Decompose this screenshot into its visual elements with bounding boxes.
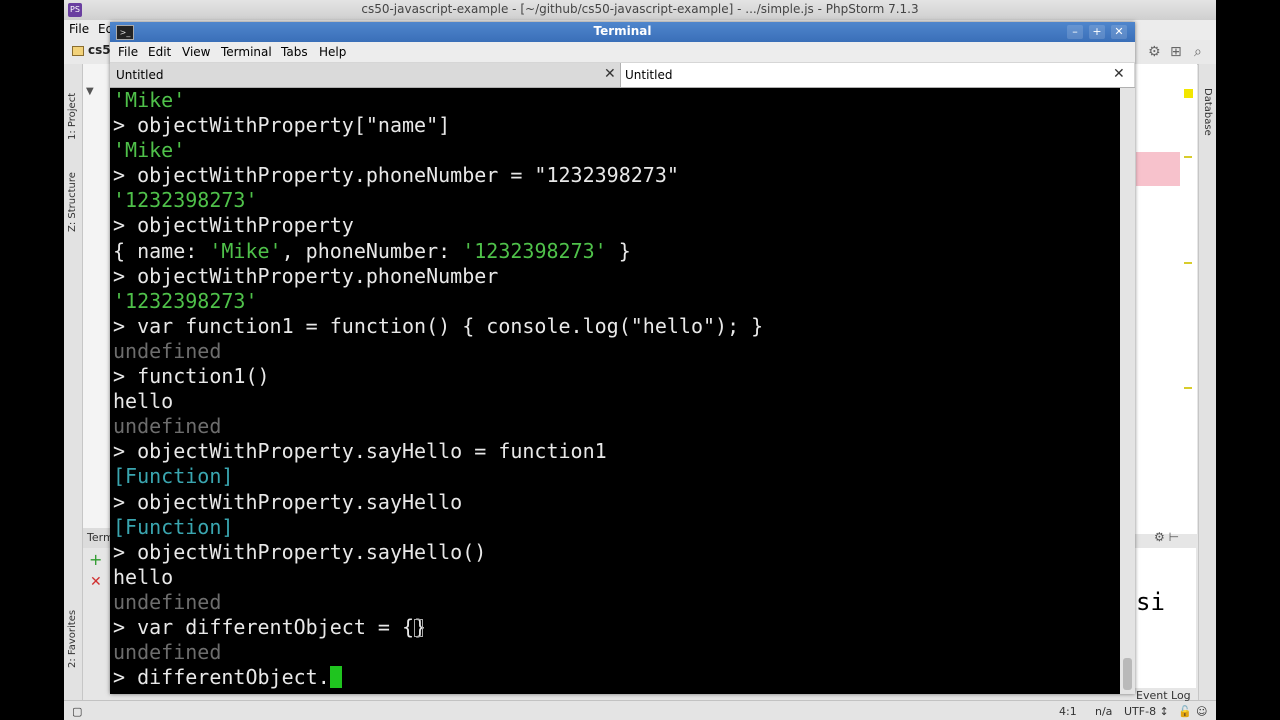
tool-tab-project[interactable]: 1: Project	[67, 93, 78, 140]
search-icon[interactable]: ⌕	[1194, 44, 1202, 60]
right-tool-strip	[1198, 64, 1216, 704]
menu-view[interactable]: View	[182, 45, 210, 59]
ide-menu-file[interactable]: File	[69, 22, 89, 36]
inspector-icon[interactable]: ☺	[1196, 705, 1207, 718]
terminal-line: 'Mike'	[113, 138, 186, 163]
scrollbar-thumb[interactable]	[1123, 658, 1132, 690]
terminal-cursor	[329, 666, 342, 689]
tab-close-icon[interactable]: ✕	[1113, 66, 1125, 82]
tree-expand-icon[interactable]: ▼	[86, 86, 94, 97]
terminal-line: undefined	[113, 414, 222, 439]
caret-position[interactable]: 4:1	[1059, 705, 1077, 718]
menu-terminal[interactable]: Terminal	[221, 45, 272, 59]
tool-tab-favorites[interactable]: 2: Favorites	[67, 610, 78, 668]
encoding-status[interactable]: UTF-8 ↕	[1124, 705, 1169, 718]
terminal-line: undefined	[113, 338, 222, 363]
terminal-lines: 'Mike' > objectWithProperty["name"] 'Mik…	[113, 88, 763, 690]
line-separator-status[interactable]: n/a	[1095, 705, 1112, 718]
menu-edit[interactable]: Edit	[148, 45, 171, 59]
terminal-prompt-input[interactable]: > differentObject.	[113, 665, 330, 689]
event-log-button[interactable]: Event Log	[1136, 689, 1191, 702]
status-toggle-icon[interactable]: ▢	[72, 705, 82, 718]
close-icon[interactable]: ✕	[1111, 25, 1127, 39]
left-tool-strip	[64, 64, 83, 704]
project-tree-panel	[83, 64, 111, 534]
terminal-line: > function1()	[113, 364, 270, 389]
terminal-output[interactable]: 'Mike' > objectWithProperty["name"] 'Mik…	[110, 88, 1120, 694]
terminal-window-title: Terminal	[593, 24, 652, 38]
project-breadcrumb[interactable]: cs5	[88, 43, 111, 57]
terminal-tab-active[interactable]: Untitled ✕	[621, 63, 1134, 87]
warning-marker[interactable]	[1184, 262, 1192, 264]
editor-text-fragment: si	[1136, 588, 1165, 616]
terminal-line: > var function1 = function() { console.l…	[113, 313, 764, 338]
lock-icon[interactable]: 🔓	[1178, 705, 1192, 718]
terminal-line: hello	[113, 564, 174, 589]
terminal-tab[interactable]: Untitled ✕	[110, 63, 621, 87]
error-highlight	[1136, 152, 1180, 186]
terminal-line: undefined	[113, 640, 222, 665]
tab-close-icon[interactable]: ✕	[604, 66, 616, 82]
terminal-line: > objectWithProperty["name"]	[113, 113, 451, 138]
terminal-window: >_ Terminal – + ✕ File Edit View Termina…	[110, 22, 1135, 694]
editor-area	[1134, 64, 1197, 534]
minimize-icon[interactable]: –	[1067, 25, 1083, 39]
tool-tab-structure[interactable]: Z: Structure	[67, 172, 78, 232]
terminal-line: undefined	[113, 589, 222, 614]
close-terminal-icon[interactable]: ✕	[90, 574, 102, 590]
terminal-line: [Function]	[113, 464, 234, 489]
ide-window-title: cs50-javascript-example - [~/github/cs50…	[361, 2, 919, 16]
gear-icon[interactable]: ⚙ ⊢	[1154, 530, 1179, 544]
terminal-line: '1232398273'	[113, 188, 258, 213]
structure-icon[interactable]: ⊞	[1170, 44, 1182, 60]
terminal-line: [Function]	[113, 514, 234, 539]
folder-icon	[72, 46, 84, 56]
maximize-icon[interactable]: +	[1089, 25, 1105, 39]
settings-icon[interactable]: ⚙	[1148, 44, 1161, 60]
terminal-line: > objectWithProperty.sayHello = function…	[113, 439, 607, 464]
terminal-panel-area	[1134, 548, 1196, 688]
terminal-line: { name: 'Mike', phoneNumber: '1232398273…	[113, 238, 631, 263]
terminal-line: > objectWithProperty.sayHello	[113, 489, 463, 514]
terminal-scrollbar[interactable]	[1120, 88, 1135, 694]
database-tool-label: Database	[1202, 88, 1213, 136]
menu-tabs[interactable]: Tabs	[281, 45, 308, 59]
tab-label: Untitled	[116, 68, 164, 82]
warning-marker[interactable]	[1184, 387, 1192, 389]
menu-file[interactable]: File	[118, 45, 138, 59]
terminal-line: > objectWithProperty.sayHello()	[113, 539, 487, 564]
menu-help[interactable]: Help	[319, 45, 346, 59]
terminal-line: 'Mike'	[113, 88, 186, 112]
warning-marker[interactable]	[1184, 156, 1192, 158]
inspection-status-icon[interactable]	[1184, 89, 1193, 98]
terminal-line: > objectWithProperty	[113, 213, 354, 238]
terminal-line: hello	[113, 389, 174, 414]
terminal-prompt-line[interactable]: > differentObject.	[113, 665, 763, 690]
terminal-line: > objectWithProperty.phoneNumber = "1232…	[113, 163, 679, 188]
terminal-line: '1232398273'	[113, 288, 258, 313]
terminal-tool-header: Term	[83, 528, 114, 548]
status-bar	[64, 700, 1216, 720]
terminal-line: > var differentObject = {}	[113, 614, 427, 639]
tab-label: Untitled	[625, 68, 673, 82]
mouse-text-cursor-icon	[414, 618, 424, 637]
terminal-line: > objectWithProperty.phoneNumber	[113, 263, 499, 288]
add-terminal-icon[interactable]: +	[89, 550, 102, 569]
